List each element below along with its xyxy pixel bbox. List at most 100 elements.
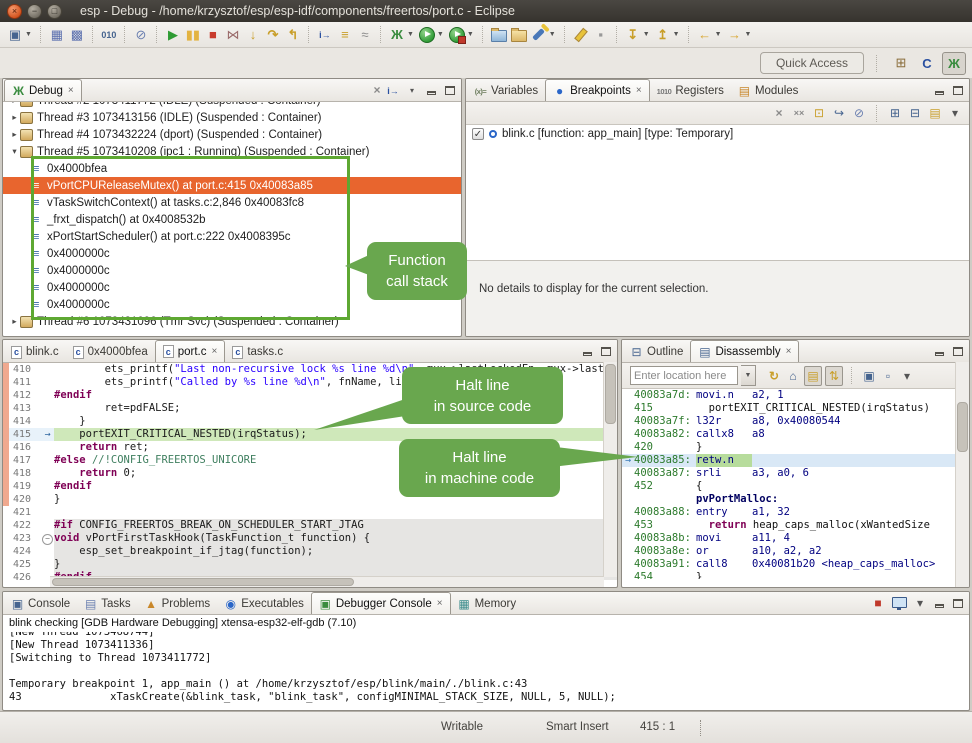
minimize-icon[interactable] [579,342,595,360]
remove-all-terminated-button[interactable]: × [369,81,385,99]
open-project-icon[interactable] [489,25,509,45]
maximize-icon[interactable] [950,81,966,99]
breakpoint-checkbox[interactable]: ✓ [472,128,484,140]
mark-occurrences-button[interactable] [571,25,591,45]
instruction-mode-button[interactable]: ≈ [355,25,375,45]
tab-console[interactable]: ▣Console [4,594,77,614]
run-button[interactable] [417,25,437,45]
resume-button[interactable]: ▶ [163,25,183,45]
last-edit-location-button-dropdown[interactable]: ▼ [643,31,650,38]
step-over-button[interactable]: ↷ [263,25,283,45]
search-button-dropdown[interactable]: ▼ [549,31,556,38]
thread-row[interactable]: ▸Thread #6 1073431096 (Tmr Svc) (Suspend… [3,313,461,330]
breakpoint-row[interactable]: ✓blink.c [function: app_main] [type: Tem… [466,125,969,143]
skip-all-breakpoints-button[interactable]: ⊘ [851,104,867,122]
maximize-icon[interactable] [950,594,966,612]
tab-disassembly[interactable]: ▤Disassembly× [690,340,799,362]
new-wizard-button-dropdown[interactable]: ▼ [25,31,32,38]
cpp-perspective-button[interactable]: C [916,53,938,74]
window-close-button[interactable]: × [7,4,22,19]
fold-icon[interactable]: − [42,534,53,545]
tab-outline[interactable]: ⊟Outline [623,342,690,362]
tab-close-icon[interactable]: × [68,85,74,96]
minimize-icon[interactable] [931,594,947,612]
stack-frame-row[interactable]: ≡0x4000bfea [3,160,461,177]
debug-button-dropdown[interactable]: ▼ [407,31,414,38]
tab-debugger-console[interactable]: ▣Debugger Console× [311,592,451,614]
editor-horizontal-scrollbar[interactable] [50,576,604,587]
last-edit-location-button[interactable]: ↧ [623,25,643,45]
tree-twisty-icon[interactable]: ▸ [9,102,20,106]
display-console-button[interactable] [891,594,907,612]
thread-row[interactable]: ▸Thread #4 1073432224 (dport) (Suspended… [3,126,461,143]
location-input[interactable]: Enter location here [630,366,738,385]
stack-frame-row[interactable]: ≡vPortCPUReleaseMutex() at port.c:415 0x… [3,177,461,194]
tab-close-icon[interactable]: × [636,85,642,96]
forward-button-dropdown[interactable]: ▼ [745,31,752,38]
instruction-step-toggle[interactable]: i→ [385,82,401,100]
minimize-icon[interactable] [931,81,947,99]
disassembly-listing[interactable]: 40083a7d:movi.na2, 1415 portEXIT_CRITICA… [622,389,969,579]
instruction-step-button[interactable]: i→ [315,25,335,45]
new-disassembly-view-button[interactable]: ▣ [861,367,877,385]
console-output[interactable]: [New Thread 1073468744][New Thread 10734… [3,632,969,711]
breakpoints-list[interactable]: ✓blink.c [function: app_main] [type: Tem… [466,125,969,238]
tree-twisty-icon[interactable]: ▸ [9,112,20,123]
run-button-dropdown[interactable]: ▼ [437,31,444,38]
tab-close-icon[interactable]: × [437,598,443,609]
tab-close-icon[interactable]: × [212,346,218,357]
location-dropdown-icon[interactable]: ▼ [741,365,756,386]
collapse-all-button[interactable]: ⊟ [907,104,923,122]
sync-with-context-toggle[interactable]: ⇅ [825,366,843,386]
new-wizard-button[interactable]: ▣ [5,25,25,45]
save-button[interactable]: ▦ [47,25,67,45]
save-all-button[interactable]: ▩ [67,25,87,45]
go-to-annotation-button[interactable]: ↥ [653,25,673,45]
open-folder-icon[interactable] [509,25,529,45]
minimize-icon[interactable] [931,342,947,360]
forward-button[interactable]: → [725,25,745,45]
tree-twisty-icon[interactable]: ▾ [9,146,20,157]
step-filters-button[interactable]: ≡ [335,25,355,45]
tab-executables[interactable]: ◉Executables [217,594,311,614]
show-source-toggle[interactable]: ▤ [804,366,822,386]
thread-row[interactable]: ▾Thread #5 1073410208 (ipc1 : Running) (… [3,143,461,160]
disassembly-vertical-scrollbar[interactable] [955,362,969,587]
view-menu-icon[interactable]: ▾ [404,81,420,99]
open-new-view-button[interactable]: ▫ [880,367,896,385]
maximize-icon[interactable] [950,342,966,360]
skip-all-breakpoints-button[interactable]: ⊘ [131,25,151,45]
tab-variables[interactable]: (x)=Variables [467,81,545,101]
console-menu-button[interactable]: ▾ [912,594,928,612]
back-button-dropdown[interactable]: ▼ [715,31,722,38]
editor-vertical-scrollbar[interactable] [603,362,617,577]
view-menu-button[interactable]: ▾ [947,104,963,122]
tab-close-icon[interactable]: × [786,346,792,357]
external-tools-button-dropdown[interactable]: ▼ [467,31,474,38]
editor-tab-port-c[interactable]: cport.c× [155,340,226,362]
disconnect-button[interactable]: ⋈ [223,25,243,45]
open-perspective-button[interactable]: ⊞ [890,53,912,74]
goto-file-button[interactable]: ↪ [831,104,847,122]
remove-all-breakpoints-button[interactable]: ×× [791,104,807,122]
debug-perspective-button[interactable]: Ж [942,52,966,75]
filter-breakpoints-button[interactable]: ⊡ [811,104,827,122]
minimize-icon[interactable] [423,81,439,99]
tab-registers[interactable]: 1010Registers [650,81,731,101]
tab-modules[interactable]: ▤Modules [731,81,805,101]
window-minimize-button[interactable]: − [27,4,42,19]
tab-tasks[interactable]: ▤Tasks [77,594,137,614]
thread-row[interactable]: ▸Thread #2 1073411772 (IDLE) (Suspended … [3,102,461,109]
tab-problems[interactable]: ▲Problems [138,594,218,614]
terminate-button[interactable]: ■ [203,25,223,45]
quick-access-button[interactable]: Quick Access [760,52,864,74]
step-into-button[interactable]: ↓ [243,25,263,45]
binary-counter-button[interactable]: 010 [99,25,119,45]
go-to-annotation-button-dropdown[interactable]: ▼ [673,31,680,38]
editor-tab-blink-c[interactable]: cblink.c [4,342,66,362]
group-breakpoints-button[interactable]: ▤ [927,104,943,122]
search-button[interactable] [529,25,549,45]
annotation-button[interactable]: ▪ [591,25,611,45]
stack-frame-row[interactable]: ≡_frxt_dispatch() at 0x4008532b [3,211,461,228]
home-icon[interactable]: ⌂ [785,367,801,385]
